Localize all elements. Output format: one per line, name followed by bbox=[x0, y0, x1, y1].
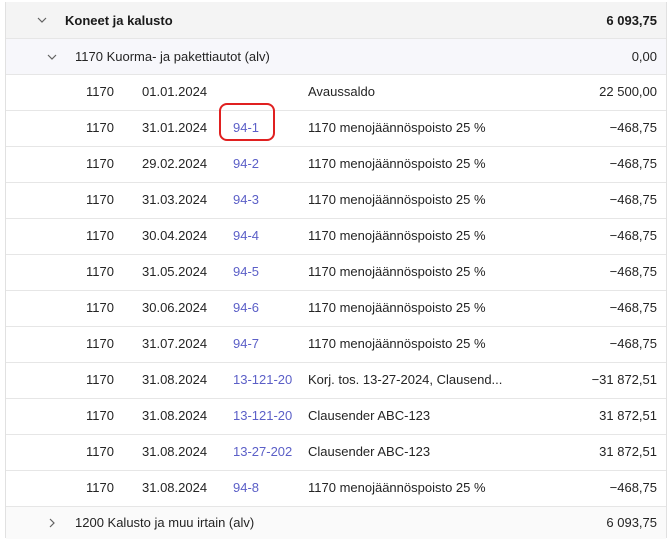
amount-cell: −468,75 bbox=[609, 480, 657, 495]
account-total: 6 093,75 bbox=[606, 515, 657, 530]
date-cell: 31.08.2024 bbox=[142, 480, 208, 495]
table-row[interactable]: 1170 31.07.2024 94-7 1170 menojäännöspoisto… bbox=[6, 327, 666, 363]
amount-cell: −31 872,51 bbox=[591, 372, 657, 387]
highlight-box bbox=[219, 103, 275, 141]
table-row[interactable]: 1170 31.08.2024 13-121-20 Clausender ABC-12… bbox=[6, 399, 666, 435]
date-cell: 31.01.2024 bbox=[142, 120, 208, 135]
date-cell: 30.06.2024 bbox=[142, 300, 208, 315]
group-label: Koneet ja kalusto bbox=[65, 13, 173, 28]
date-cell: 31.08.2024 bbox=[142, 372, 208, 387]
description-cell: 1170 menojäännöspoisto 25 % bbox=[308, 156, 486, 171]
account-cell: 1170 bbox=[86, 84, 114, 99]
description-cell: 1170 menojäännöspoisto 25 % bbox=[308, 336, 486, 351]
table-row[interactable]: 1170 31.08.2024 13-27-202 Clausender ABC-12… bbox=[6, 435, 666, 471]
amount-cell: −468,75 bbox=[609, 336, 657, 351]
table-row[interactable]: 1170 30.06.2024 94-6 1170 menojäännöspoisto… bbox=[6, 291, 666, 327]
document-link[interactable]: 94-8 bbox=[233, 471, 295, 505]
description-cell: 1170 menojäännöspoisto 25 % bbox=[308, 300, 486, 315]
amount-cell: 22 500,00 bbox=[599, 84, 657, 99]
table-row[interactable]: 1170 30.04.2024 94-4 1170 menojäännöspoisto… bbox=[6, 219, 666, 255]
group-row-koneet-ja-kalusto[interactable]: Koneet ja kalusto 6 093,75 bbox=[6, 2, 666, 39]
description-cell: 1170 menojäännöspoisto 25 % bbox=[308, 228, 486, 243]
chevron-right-icon[interactable] bbox=[47, 518, 57, 528]
amount-cell: −468,75 bbox=[609, 120, 657, 135]
document-link[interactable]: 13-27-202 bbox=[233, 435, 295, 469]
date-cell: 01.01.2024 bbox=[142, 84, 208, 99]
table-row[interactable]: 1170 29.02.2024 94-2 1170 menojäännöspoisto… bbox=[6, 147, 666, 183]
date-cell: 29.02.2024 bbox=[142, 156, 208, 171]
account-cell: 1170 bbox=[86, 372, 114, 387]
account-cell: 1170 bbox=[86, 408, 114, 423]
date-cell: 31.07.2024 bbox=[142, 336, 208, 351]
date-cell: 31.05.2024 bbox=[142, 264, 208, 279]
date-cell: 31.03.2024 bbox=[142, 192, 208, 207]
account-row-1170[interactable]: 1170 Kuorma- ja pakettiautot (alv) 0,00 bbox=[6, 39, 666, 75]
document-link[interactable]: 94-6 bbox=[233, 291, 295, 325]
amount-cell: −468,75 bbox=[609, 228, 657, 243]
account-row-1200[interactable]: 1200 Kalusto ja muu irtain (alv) 6 093,7… bbox=[6, 507, 666, 539]
account-cell: 1170 bbox=[86, 228, 114, 243]
account-cell: 1170 bbox=[86, 444, 114, 459]
table-row[interactable]: 1170 01.01.2024 Avaussaldo 22 500,00 bbox=[6, 75, 666, 111]
description-cell: 1170 menojäännöspoisto 25 % bbox=[308, 192, 486, 207]
description-cell: Clausender ABC-123 bbox=[308, 408, 431, 423]
document-link[interactable]: 94-3 bbox=[233, 183, 295, 217]
description-cell: 1170 menojäännöspoisto 25 % bbox=[308, 264, 486, 279]
table-row[interactable]: 1170 31.01.2024 94-1 1170 menojäännöspoisto… bbox=[6, 111, 666, 147]
account-label: 1200 Kalusto ja muu irtain (alv) bbox=[75, 515, 255, 530]
account-cell: 1170 bbox=[86, 300, 114, 315]
document-link[interactable]: 94-4 bbox=[233, 219, 295, 253]
table-row[interactable]: 1170 31.03.2024 94-3 1170 menojäännöspoisto… bbox=[6, 183, 666, 219]
document-link[interactable]: 13-121-20 bbox=[233, 363, 295, 397]
account-cell: 1170 bbox=[86, 264, 114, 279]
description-cell: 1170 menojäännöspoisto 25 % bbox=[308, 120, 486, 135]
table-row[interactable]: 1170 31.05.2024 94-5 1170 menojäännöspoisto… bbox=[6, 255, 666, 291]
account-cell: 1170 bbox=[86, 120, 114, 135]
amount-cell: 31 872,51 bbox=[599, 444, 657, 459]
table-row[interactable]: 1170 31.08.2024 13-121-20 Korj. tos. 13-27-… bbox=[6, 363, 666, 399]
date-cell: 31.08.2024 bbox=[142, 444, 208, 459]
ledger-table: Koneet ja kalusto 6 093,75 1170 Kuorma- … bbox=[5, 2, 667, 539]
account-cell: 1170 bbox=[86, 156, 114, 171]
document-link[interactable]: 94-5 bbox=[233, 255, 295, 289]
description-cell: Clausender ABC-123 bbox=[308, 444, 431, 459]
group-total: 6 093,75 bbox=[606, 13, 657, 28]
chevron-down-icon[interactable] bbox=[37, 15, 47, 25]
amount-cell: −468,75 bbox=[609, 192, 657, 207]
description-cell: Korj. tos. 13-27-2024, Clausend... bbox=[308, 372, 503, 387]
document-link[interactable]: 94-2 bbox=[233, 147, 295, 181]
amount-cell: −468,75 bbox=[609, 300, 657, 315]
account-cell: 1170 bbox=[86, 336, 114, 351]
amount-cell: −468,75 bbox=[609, 264, 657, 279]
description-cell: 1170 menojäännöspoisto 25 % bbox=[308, 480, 486, 495]
date-cell: 31.08.2024 bbox=[142, 408, 208, 423]
chevron-down-icon[interactable] bbox=[47, 52, 57, 62]
description-cell: Avaussaldo bbox=[308, 84, 375, 99]
account-total: 0,00 bbox=[631, 49, 657, 64]
amount-cell: −468,75 bbox=[609, 156, 657, 171]
document-link[interactable]: 94-7 bbox=[233, 327, 295, 361]
table-row[interactable]: 1170 31.08.2024 94-8 1170 menojäännöspoisto… bbox=[6, 471, 666, 507]
date-cell: 30.04.2024 bbox=[142, 228, 208, 243]
account-label: 1170 Kuorma- ja pakettiautot (alv) bbox=[75, 49, 270, 64]
document-link[interactable]: 13-121-20 bbox=[233, 399, 295, 433]
account-cell: 1170 bbox=[86, 480, 114, 495]
amount-cell: 31 872,51 bbox=[599, 408, 657, 423]
account-cell: 1170 bbox=[86, 192, 114, 207]
